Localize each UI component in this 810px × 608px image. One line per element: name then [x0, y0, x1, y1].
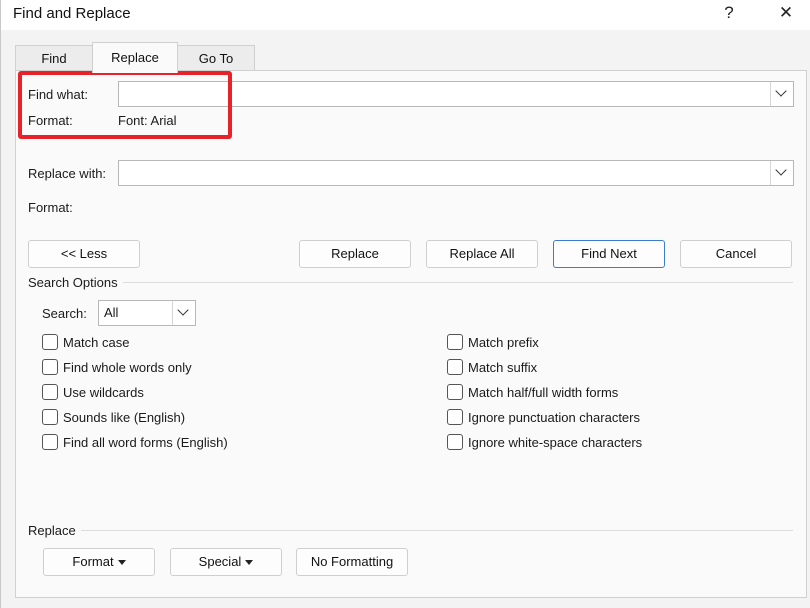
wildcards-checkbox[interactable]: [42, 384, 58, 400]
no-formatting-button[interactable]: No Formatting: [296, 548, 408, 576]
replace-with-label: Replace with:: [28, 166, 107, 181]
wildcards-label: Use wildcards: [63, 385, 144, 400]
replace-with-input[interactable]: [118, 160, 794, 186]
ignore-whitespace-checkbox[interactable]: [447, 434, 463, 450]
format-button[interactable]: Format: [43, 548, 155, 576]
find-dropdown-button[interactable]: [770, 82, 793, 106]
title-bar: Find and Replace ? ✕: [1, 0, 810, 30]
replace-panel: [15, 70, 807, 598]
tab-find[interactable]: Find: [15, 45, 93, 72]
replace-section-heading: Replace: [28, 523, 76, 538]
match-case-label: Match case: [63, 335, 130, 350]
word-forms-checkbox[interactable]: [42, 434, 58, 450]
close-icon[interactable]: ✕: [771, 3, 801, 23]
width-forms-label: Match half/full width forms: [468, 385, 619, 400]
special-button-label: Special: [198, 554, 242, 569]
cancel-button[interactable]: Cancel: [680, 240, 792, 268]
tab-goto[interactable]: Go To: [177, 45, 255, 72]
match-prefix-checkbox[interactable]: [447, 334, 463, 350]
find-next-button[interactable]: Find Next: [553, 240, 665, 268]
replace-dropdown-button[interactable]: [770, 161, 793, 185]
match-prefix-label: Match prefix: [468, 335, 539, 350]
special-button[interactable]: Special: [170, 548, 282, 576]
search-options-heading: Search Options: [28, 275, 118, 290]
replace-button[interactable]: Replace: [299, 240, 411, 268]
search-direction-label: Search:: [42, 306, 87, 321]
width-forms-checkbox[interactable]: [447, 384, 463, 400]
sounds-like-label: Sounds like (English): [63, 410, 186, 425]
ignore-whitespace-label: Ignore white-space characters: [468, 435, 643, 450]
match-suffix-checkbox[interactable]: [447, 359, 463, 375]
red-highlight-box: [18, 71, 232, 139]
whole-words-label: Find whole words only: [63, 360, 192, 375]
search-direction-value: All: [104, 305, 119, 320]
less-button[interactable]: << Less: [28, 240, 140, 268]
chevron-down-icon: [775, 164, 787, 176]
sounds-like-checkbox[interactable]: [42, 409, 58, 425]
match-case-checkbox[interactable]: [42, 334, 58, 350]
find-replace-dialog: Find and Replace ? ✕ Find Replace Go To …: [0, 0, 810, 608]
ignore-punctuation-checkbox[interactable]: [447, 409, 463, 425]
tab-replace[interactable]: Replace: [92, 42, 178, 73]
caret-down-icon: [117, 560, 126, 566]
ignore-punctuation-label: Ignore punctuation characters: [468, 410, 640, 425]
separator: [81, 530, 793, 531]
separator: [123, 282, 793, 283]
replace-all-button[interactable]: Replace All: [426, 240, 538, 268]
replace-format-label: Format:: [28, 200, 73, 215]
match-suffix-label: Match suffix: [468, 360, 538, 375]
search-direction-select[interactable]: All: [98, 300, 196, 326]
whole-words-checkbox[interactable]: [42, 359, 58, 375]
search-dropdown-button[interactable]: [172, 301, 195, 325]
dialog-title: Find and Replace: [13, 5, 131, 22]
help-button[interactable]: ?: [714, 3, 744, 23]
caret-down-icon: [245, 560, 254, 566]
chevron-down-icon: [775, 85, 787, 97]
format-button-label: Format: [72, 554, 114, 569]
chevron-down-icon: [177, 304, 189, 316]
word-forms-label: Find all word forms (English): [63, 435, 228, 450]
